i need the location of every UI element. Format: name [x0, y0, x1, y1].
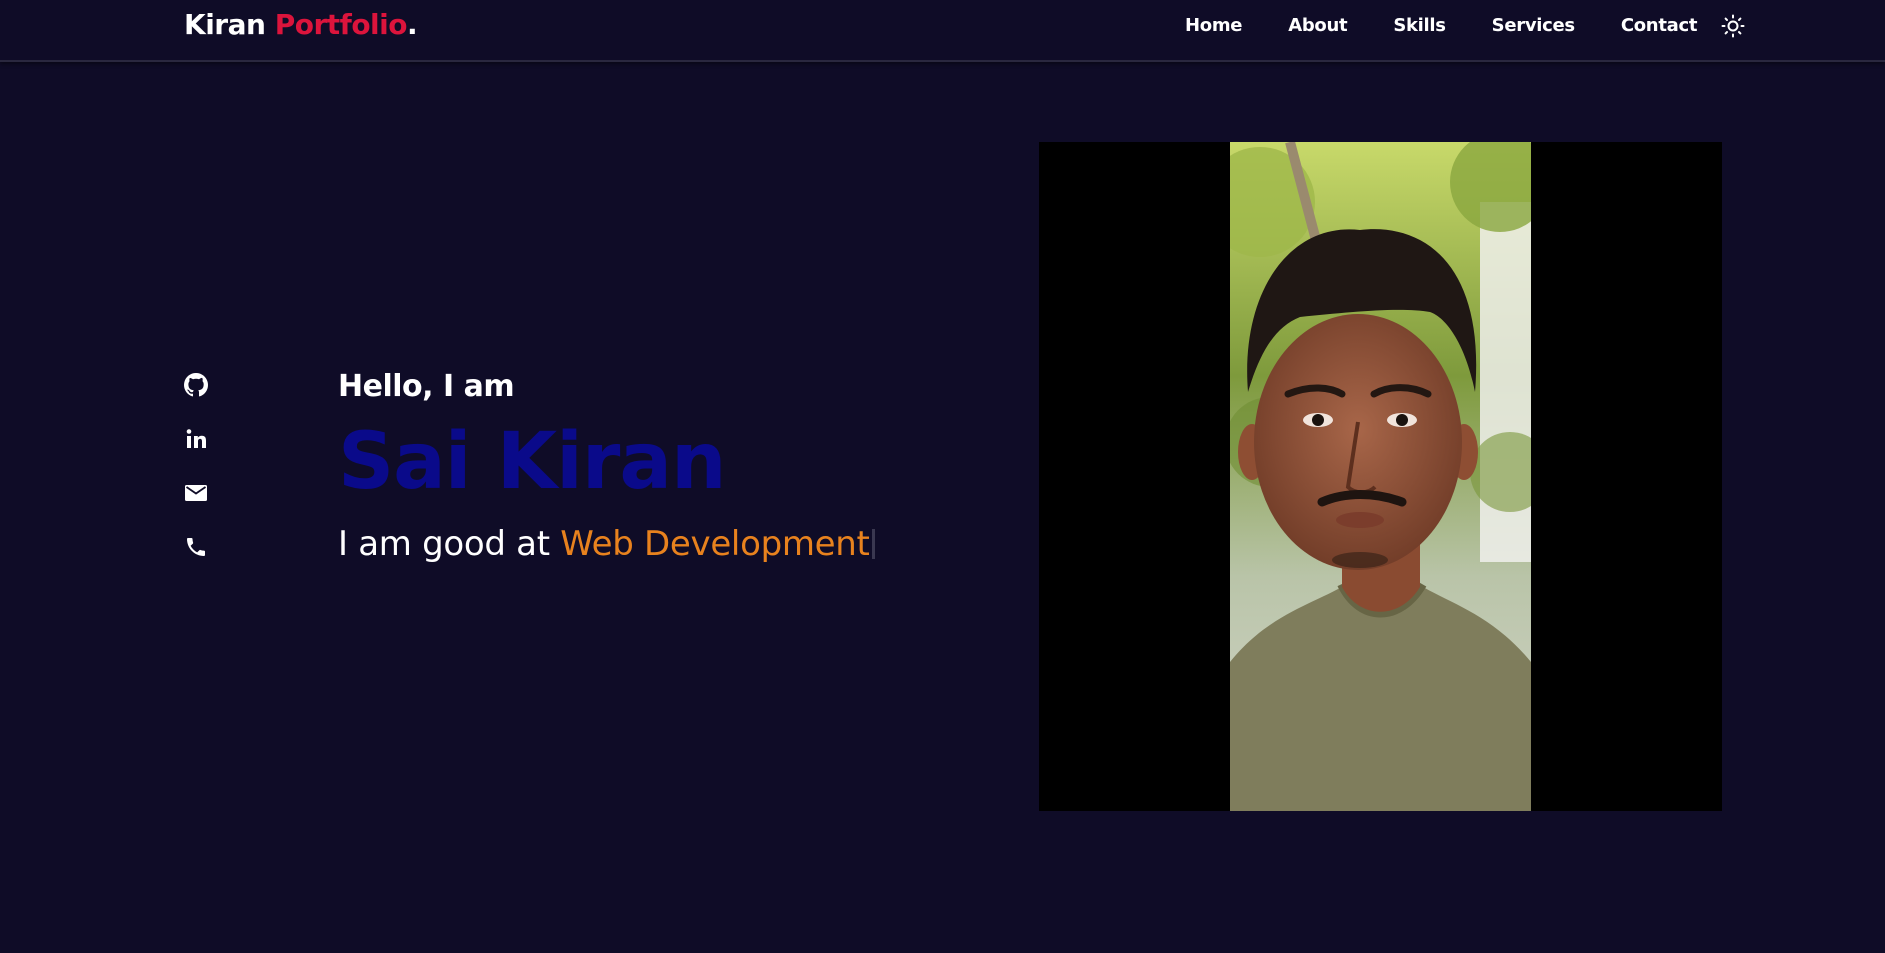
nav-services[interactable]: Services: [1492, 14, 1575, 38]
greeting-text: Hello, I am: [338, 369, 515, 404]
tagline-skill: Web Development: [560, 524, 870, 564]
nav-home[interactable]: Home: [1185, 14, 1243, 38]
tagline-prefix: I am good at: [338, 524, 550, 564]
site-header: Kiran Portfolio. Home About Skills Servi…: [0, 0, 1885, 62]
phone-icon[interactable]: [184, 535, 210, 561]
nav-skills[interactable]: Skills: [1393, 14, 1446, 38]
tagline: I am good at Web Development: [338, 522, 875, 566]
social-links: [184, 373, 212, 589]
typing-caret: [871, 529, 875, 559]
sun-icon[interactable]: [1721, 14, 1745, 38]
nav-about[interactable]: About: [1288, 14, 1347, 38]
logo[interactable]: Kiran Portfolio.: [184, 8, 418, 41]
logo-primary: Kiran: [184, 8, 266, 41]
logo-accent: Portfolio: [274, 8, 408, 41]
hero-name: Sai Kiran: [338, 417, 727, 507]
linkedin-icon[interactable]: [184, 427, 210, 453]
mail-icon[interactable]: [184, 481, 210, 507]
github-icon[interactable]: [184, 373, 210, 399]
hero-intro: Hello, I am Sai Kiran I am good at Web D…: [338, 368, 875, 566]
profile-photo: [1230, 142, 1531, 811]
profile-photo-frame: [1039, 142, 1722, 811]
main-nav: Home About Skills Services Contact: [1185, 14, 1745, 38]
logo-dot: .: [407, 8, 418, 41]
nav-contact[interactable]: Contact: [1621, 14, 1698, 38]
